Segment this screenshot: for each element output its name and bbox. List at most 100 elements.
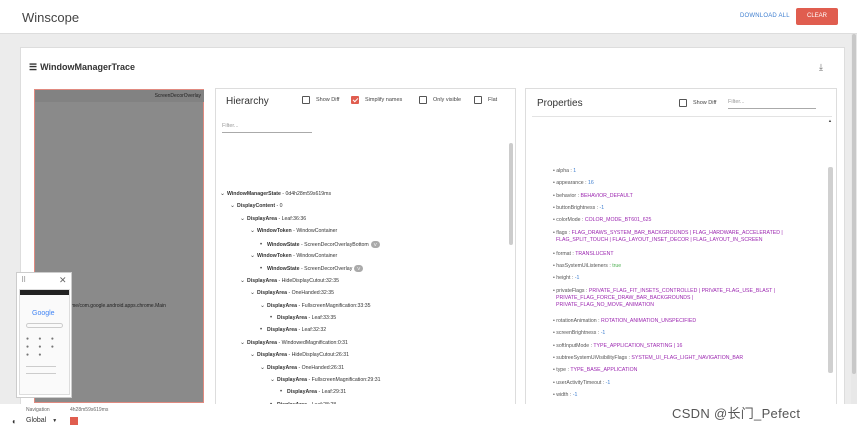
property-value: -1 <box>605 379 611 386</box>
tree-node[interactable]: ⌄ DisplayArea - HideDisplayCutout:32:35 <box>240 278 339 285</box>
tree-node[interactable]: ⌄ WindowToken - WindowContainer <box>250 253 337 260</box>
properties-panel: Properties Show Diff Filter... ▲ • alpha… <box>525 88 837 408</box>
property-row[interactable]: • rotationAnimation : ROTATION_ANIMATION… <box>553 318 696 325</box>
tree-node[interactable]: ⌄ DisplayArea - OneHanded:32:35 <box>250 290 334 297</box>
property-row[interactable]: • format : TRANSLUCENT <box>553 251 614 258</box>
property-value: BEHAVIOR_DEFAULT <box>580 192 633 199</box>
property-row[interactable]: • alpha : 1 <box>553 168 576 175</box>
chevron-down-icon[interactable]: ⌄ <box>250 290 257 297</box>
property-value-continued: FLAG_SPLIT_TOUCH | FLAG_LAYOUT_INSET_DEC… <box>556 236 763 243</box>
tree-node[interactable]: ⌄ WindowManagerState - 0d4h28m59s619ms <box>220 191 331 198</box>
chevron-down-icon[interactable]: ⌄ <box>240 216 247 223</box>
bullet-icon[interactable]: • <box>260 327 267 334</box>
clear-button[interactable]: CLEAR <box>796 8 838 25</box>
drag-handle-icon[interactable]: ⠿ <box>21 276 26 284</box>
bullet-icon[interactable]: • <box>280 389 287 396</box>
property-key: colorMode <box>556 217 581 224</box>
chevron-down-icon[interactable]: ⌄ <box>260 303 267 310</box>
property-row[interactable]: • flags : FLAG_DRAWS_SYSTEM_BAR_BACKGROU… <box>553 230 783 244</box>
properties-scrollbar[interactable] <box>828 167 833 373</box>
close-icon[interactable]: ✕ <box>59 275 67 286</box>
tree-node[interactable]: • WindowState - ScreenDecorOverlayBottom V <box>260 240 380 249</box>
tree-node[interactable]: ⌄ DisplayContent - 0 <box>230 203 283 210</box>
only-visible-option[interactable]: Only visible <box>419 96 461 104</box>
tree-scrollbar[interactable] <box>509 143 513 245</box>
tree-node-name: - WindowContainer <box>291 228 338 235</box>
hierarchy-filter-input[interactable]: Filter... <box>222 123 312 133</box>
tree-node-kind: DisplayArea <box>257 352 287 359</box>
property-value: FLAG_DRAWS_SYSTEM_BAR_BACKGROUNDS | FLAG… <box>571 229 783 236</box>
tree-node-name: - FullscreenMagnification:33:35 <box>297 302 371 309</box>
tree-node[interactable]: • WindowState - ScreenDecorOverlay V <box>260 265 364 273</box>
property-row[interactable]: • userActivityTimeout : -1 <box>553 380 610 387</box>
visible-badge: V <box>370 240 380 248</box>
hierarchy-panel: Hierarchy Show Diff Simplify names Only … <box>215 88 516 408</box>
chevron-down-icon[interactable]: ⌄ <box>240 340 247 347</box>
page-scrollbar[interactable] <box>851 34 857 406</box>
property-row[interactable]: • buttonBrightness : -1 <box>553 205 604 212</box>
only-visible-checkbox[interactable] <box>419 96 427 104</box>
bullet-icon[interactable]: • <box>260 242 267 249</box>
tree-node-name: - WindowContainer <box>291 253 338 259</box>
save-icon[interactable]: ⤓ <box>819 62 823 73</box>
show-diff-option[interactable]: Show Diff <box>302 96 339 104</box>
chevron-down-icon[interactable]: ⌄ <box>240 278 247 285</box>
props-show-diff-option[interactable]: Show Diff <box>679 99 716 107</box>
property-row[interactable]: • subtreeSystemUiVisibilityFlags : SYSTE… <box>553 355 743 362</box>
watermark: CSDN @长门_Pefect <box>672 406 801 421</box>
chevron-down-icon[interactable]: ⌄ <box>250 352 257 359</box>
props-show-diff-checkbox[interactable] <box>679 99 687 107</box>
tree-node[interactable]: ⌄ DisplayArea - HideDisplayCutout:26:31 <box>250 352 349 359</box>
download-all-button[interactable]: DOWNLOAD ALL <box>740 13 790 19</box>
property-row[interactable]: • colorMode : COLOR_MODE_BT601_625 <box>553 217 651 224</box>
page-scrollbar-thumb[interactable] <box>852 34 856 374</box>
tree-node[interactable]: • DisplayArea - Leaf:32:32 <box>260 327 326 334</box>
tree-node-name: - Leaf:32:32 <box>297 327 327 334</box>
chevron-down-icon[interactable]: ⌄ <box>230 203 237 210</box>
tree-node[interactable]: ⌄ WindowToken - WindowContainer <box>250 228 337 235</box>
property-row[interactable]: • hasSystemUiListeners : true <box>553 263 621 270</box>
bullet-icon[interactable]: • <box>260 266 267 273</box>
property-key: height <box>556 275 571 282</box>
tree-node[interactable]: ⌄ DisplayArea - FullscreenMagnification:2… <box>270 377 381 384</box>
tree-node-name: - WindowedMagnification:0:31 <box>277 339 348 346</box>
navigation-select[interactable]: Global ▼ <box>26 417 57 424</box>
scroll-up-icon[interactable]: ▲ <box>828 118 832 123</box>
bullet-icon[interactable]: • <box>270 315 277 322</box>
tree-node[interactable]: ⌄ DisplayArea - FullscreenMagnification:3… <box>260 303 371 310</box>
chevron-down-icon[interactable]: ⌄ <box>250 253 257 260</box>
properties-filter-input[interactable]: Filter... <box>728 99 816 109</box>
property-value-continued: PRIVATE_FLAG_FORCE_DRAW_BAR_BACKGROUNDS … <box>556 294 694 301</box>
tree-node[interactable]: ⌄ DisplayArea - WindowedMagnification:0:3… <box>240 340 348 347</box>
property-row[interactable]: • height : -1 <box>553 275 579 282</box>
flat-option[interactable]: Flat <box>474 96 497 104</box>
property-row[interactable]: • screenBrightness : -1 <box>553 330 605 337</box>
tree-node[interactable]: • DisplayArea - Leaf:33:35 <box>270 315 336 322</box>
trace-card: ☰ WindowManagerTrace ⤓ ScreenDecorOverlay… <box>20 47 845 409</box>
chevron-down-icon[interactable]: ⌄ <box>260 365 267 372</box>
properties-title: Properties <box>537 98 583 109</box>
device-thumbnail-window[interactable]: ⠿ ✕ Google ● ● ● ● ● ● ● ● <box>16 272 72 398</box>
simplify-names-option[interactable]: Simplify names <box>351 96 402 104</box>
property-row[interactable]: • width : -1 <box>553 392 577 399</box>
simplify-names-checkbox[interactable] <box>351 96 359 104</box>
record-icon[interactable] <box>70 417 78 425</box>
property-key: flags <box>556 229 568 236</box>
tree-node[interactable]: ⌄ DisplayArea - Leaf:36:36 <box>240 216 306 223</box>
property-row[interactable]: • softInputMode : TYPE_APPLICATION_START… <box>553 343 682 350</box>
property-row[interactable]: • type : TYPE_BASE_APPLICATION <box>553 367 637 374</box>
chevron-down-icon[interactable]: ⌄ <box>220 191 227 198</box>
property-value: TYPE_BASE_APPLICATION <box>570 367 638 374</box>
tree-node[interactable]: ⌄ DisplayArea - OneHanded:26:31 <box>260 365 344 372</box>
property-row[interactable]: • appearance : 16 <box>553 180 594 187</box>
tree-node[interactable]: • DisplayArea - Leaf:29:31 <box>280 389 346 396</box>
property-value: TRANSLUCENT <box>575 250 614 257</box>
flat-checkbox[interactable] <box>474 96 482 104</box>
property-row[interactable]: • behavior : BEHAVIOR_DEFAULT <box>553 193 633 200</box>
chevron-down-icon[interactable]: ⌄ <box>250 228 257 235</box>
chevron-down-icon[interactable]: ⌄ <box>270 377 277 384</box>
show-diff-checkbox[interactable] <box>302 96 310 104</box>
property-row[interactable]: • privateFlags : PRIVATE_FLAG_FIT_INSETS… <box>553 288 775 309</box>
property-key: behavior <box>556 192 577 199</box>
app-title: Winscope <box>22 10 80 25</box>
